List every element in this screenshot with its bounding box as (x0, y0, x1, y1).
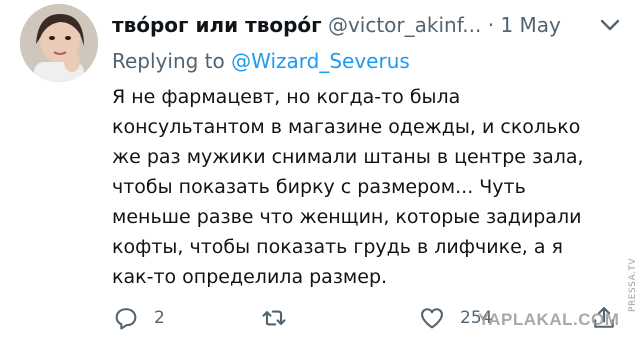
side-watermark: PRESSA.TV (628, 258, 638, 312)
tweet-text-line: кофты, чтобы показать грудь в лифчике, а… (112, 236, 563, 258)
tweet-date[interactable]: 1 May (500, 13, 560, 37)
more-icon[interactable] (596, 14, 624, 36)
tweet-text-line: чтобы показать бирку с размером... Чуть (112, 176, 526, 198)
display-name[interactable]: тво́рог или творо́г (112, 13, 322, 37)
reply-prefix: Replying to (112, 49, 232, 73)
separator-dot: · (487, 13, 495, 37)
user-handle[interactable]: @victor_akinf... (328, 13, 481, 37)
reply-icon (115, 308, 137, 330)
tweet-text-line: Я не фармацевт, но когда-то была (112, 86, 461, 108)
tweet-text: Я не фармацевт, но когда-то была консуль… (112, 82, 627, 292)
site-watermark: YAPLAKAL.COM (478, 310, 620, 329)
reply-button[interactable]: 2 (112, 298, 165, 338)
retweet-icon (262, 310, 286, 326)
tweet-header: тво́рог или творо́г @victor_akinf... · 1… (112, 10, 600, 40)
replying-to: Replying to @Wizard_Severus (112, 46, 410, 76)
heart-icon (421, 308, 443, 329)
avatar[interactable] (20, 4, 98, 82)
avatar-photo (20, 4, 98, 82)
retweet-button[interactable] (260, 298, 302, 338)
tweet-text-line: консультантом в магазине одежды, и сколь… (112, 116, 581, 138)
tweet-text-line: меньше разве что женщин, которые задирал… (112, 206, 582, 228)
reply-mention-link[interactable]: @Wizard_Severus (231, 49, 410, 73)
reply-count: 2 (154, 308, 165, 328)
tweet-text-line: как-то определила размер. (112, 266, 388, 288)
tweet-text-line: же раз мужики снимали штаны в центре зал… (112, 146, 584, 168)
